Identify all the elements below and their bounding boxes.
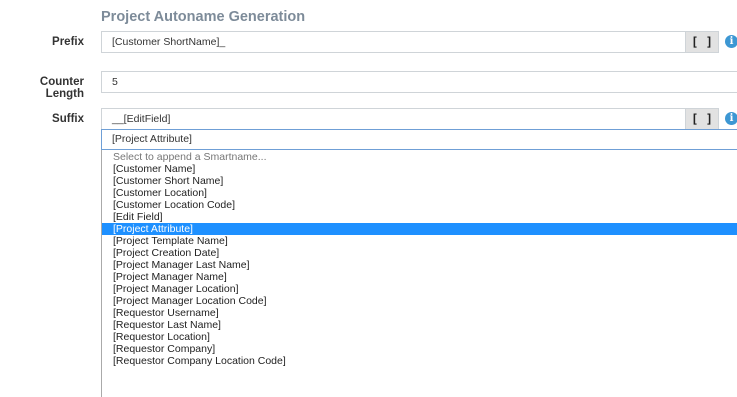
option-requestor-company-location-code[interactable]: [Requestor Company Location Code] xyxy=(102,355,737,367)
counter-length-input[interactable]: 5 xyxy=(101,71,737,93)
option-edit-field[interactable]: [Edit Field] xyxy=(102,211,737,223)
option-requestor-last-name[interactable]: [Requestor Last Name] xyxy=(102,319,737,331)
option-placeholder[interactable]: Select to append a Smartname... xyxy=(102,151,737,163)
prefix-label: Prefix xyxy=(52,36,84,48)
suffix-label: Suffix xyxy=(52,113,84,125)
option-requestor-company[interactable]: [Requestor Company] xyxy=(102,343,737,355)
prefix-smartname-button[interactable]: [ ] xyxy=(686,31,719,53)
option-customer-location[interactable]: [Customer Location] xyxy=(102,187,737,199)
counter-length-label: Counter Length xyxy=(39,76,84,100)
prefix-info-icon[interactable]: i xyxy=(725,35,737,48)
option-project-attribute[interactable]: [Project Attribute] xyxy=(102,223,737,235)
suffix-info-icon[interactable]: i xyxy=(725,112,737,125)
option-requestor-username[interactable]: [Requestor Username] xyxy=(102,307,737,319)
option-project-creation-date[interactable]: [Project Creation Date] xyxy=(102,247,737,259)
option-customer-name[interactable]: [Customer Name] xyxy=(102,163,737,175)
smartname-select[interactable]: [Project Attribute] xyxy=(101,129,737,150)
option-customer-location-code[interactable]: [Customer Location Code] xyxy=(102,199,737,211)
prefix-input[interactable]: [Customer ShortName]_ xyxy=(101,31,686,53)
option-project-template-name[interactable]: [Project Template Name] xyxy=(102,235,737,247)
option-customer-short-name[interactable]: [Customer Short Name] xyxy=(102,175,737,187)
option-project-manager-name[interactable]: [Project Manager Name] xyxy=(102,271,737,283)
section-title: Project Autoname Generation xyxy=(101,9,306,25)
option-project-manager-last-name[interactable]: [Project Manager Last Name] xyxy=(102,259,737,271)
suffix-smartname-button[interactable]: [ ] xyxy=(686,108,719,130)
suffix-input[interactable]: __[EditField] xyxy=(101,108,686,130)
option-project-manager-location-code[interactable]: [Project Manager Location Code] xyxy=(102,295,737,307)
option-requestor-location[interactable]: [Requestor Location] xyxy=(102,331,737,343)
option-project-manager-location[interactable]: [Project Manager Location] xyxy=(102,283,737,295)
smartname-options-list: Select to append a Smartname... [Custome… xyxy=(101,150,737,397)
